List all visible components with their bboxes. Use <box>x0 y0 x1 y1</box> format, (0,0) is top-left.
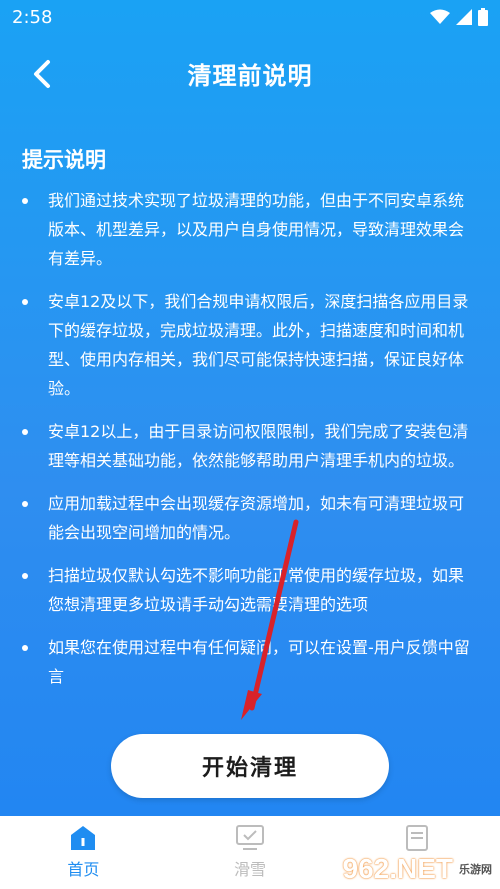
status-time: 2:58 <box>12 6 53 28</box>
bullet-icon <box>22 429 28 435</box>
tip-text: 安卓12以上，由于目录访问权限限制，我们完成了安装包清理等相关基础功能，依然能够… <box>48 422 469 470</box>
tip-text: 我们通过技术实现了垃圾清理的功能，但由于不同安卓系统版本、机型差异，以及用户自身… <box>48 191 465 268</box>
bullet-icon <box>22 299 28 305</box>
nav-item-home[interactable]: 首页 <box>3 816 163 880</box>
section-title: 提示说明 <box>22 148 106 172</box>
nav-item-ski[interactable]: 滑雪 <box>170 816 330 880</box>
wifi-icon <box>430 9 450 24</box>
tip-item: 我们通过技术实现了垃圾清理的功能，但由于不同安卓系统版本、机型差异，以及用户自身… <box>22 186 478 273</box>
battery-icon <box>478 8 488 26</box>
status-bar: 2:58 <box>0 0 500 34</box>
tip-text: 如果您在使用过程中有任何疑问，可以在设置-用户反馈中留言 <box>48 638 470 686</box>
tip-item: 如果您在使用过程中有任何疑问，可以在设置-用户反馈中留言 <box>22 633 478 691</box>
tip-item: 扫描垃圾仅默认勾选不影响功能正常使用的缓存垃圾，如果您想清理更多垃圾请手动勾选需… <box>22 561 478 619</box>
bullet-icon <box>22 573 28 579</box>
tip-item: 安卓12以上，由于目录访问权限限制，我们完成了安装包清理等相关基础功能，依然能够… <box>22 417 478 475</box>
home-icon <box>71 826 96 850</box>
tip-text: 扫描垃圾仅默认勾选不影响功能正常使用的缓存垃圾，如果您想清理更多垃圾请手动勾选需… <box>48 566 465 614</box>
nav-label-home: 首页 <box>67 860 100 879</box>
tips-list: 我们通过技术实现了垃圾清理的功能，但由于不同安卓系统版本、机型差异，以及用户自身… <box>22 186 478 705</box>
watermark: 962.NET 乐游网 <box>342 853 494 885</box>
watermark-sub: 乐游网 <box>457 861 494 877</box>
nav-item-document[interactable] <box>337 816 497 856</box>
tip-text: 应用加载过程中会出现缓存资源增加，如未有可清理垃圾可能会出现空间增加的情况。 <box>48 494 465 542</box>
bullet-icon <box>22 501 28 507</box>
signal-icon <box>456 9 472 25</box>
checkbox-screen-icon <box>235 825 264 850</box>
bullet-icon <box>22 198 28 204</box>
status-icons <box>430 8 488 26</box>
header: 清理前说明 <box>0 44 500 100</box>
bullet-icon <box>22 645 28 651</box>
nav-label-ski: 滑雪 <box>233 860 266 879</box>
tip-item: 应用加载过程中会出现缓存资源增加，如未有可清理垃圾可能会出现空间增加的情况。 <box>22 489 478 547</box>
page-title: 清理前说明 <box>187 62 313 90</box>
start-clean-button[interactable]: 开始清理 <box>111 734 389 798</box>
tip-text: 安卓12及以下，我们合规申请权限后，深度扫描各应用目录下的缓存垃圾，完成垃圾清理… <box>48 292 469 398</box>
watermark-logo: 962.NET <box>342 853 454 884</box>
document-icon <box>405 825 428 851</box>
tip-item: 安卓12及以下，我们合规申请权限后，深度扫描各应用目录下的缓存垃圾，完成垃圾清理… <box>22 287 478 403</box>
